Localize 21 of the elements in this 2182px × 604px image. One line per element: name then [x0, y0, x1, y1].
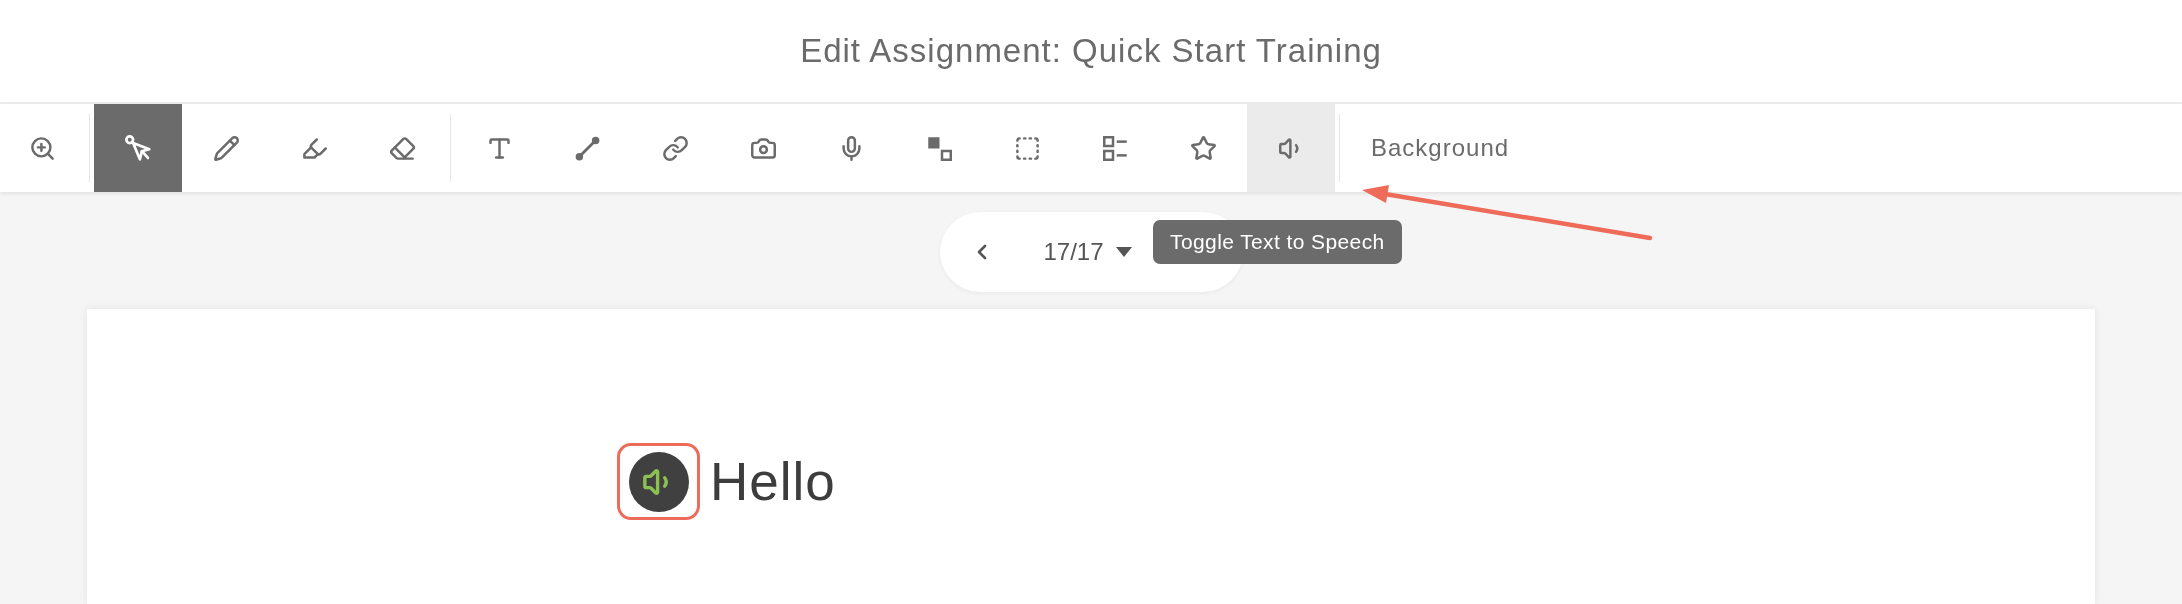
- dashed-square-icon: [1013, 134, 1041, 162]
- list-icon: [1102, 135, 1128, 161]
- star-icon: [1189, 134, 1217, 162]
- link-icon: [661, 134, 689, 162]
- zoom-in-button[interactable]: [0, 104, 85, 192]
- pencil-icon: [212, 134, 240, 162]
- caret-down-icon: [1115, 247, 1132, 257]
- canvas-text: Hello: [710, 455, 836, 508]
- select-tool-button[interactable]: [94, 104, 182, 192]
- background-button[interactable]: Background: [1344, 104, 1537, 192]
- star-tool-button[interactable]: [1159, 104, 1247, 192]
- pen-tool-button[interactable]: [182, 104, 270, 192]
- text-to-speech-button[interactable]: [1247, 104, 1335, 192]
- tooltip: Toggle Text to Speech: [1153, 220, 1402, 264]
- eraser-icon: [388, 134, 416, 162]
- line-icon: [574, 135, 600, 161]
- cursor-icon: [124, 134, 152, 162]
- page-select-dropdown[interactable]: 17/17: [1043, 234, 1132, 270]
- shapes-icon: [926, 135, 952, 161]
- zoom-in-icon: [29, 134, 56, 162]
- page-title: Edit Assignment: Quick Start Training: [800, 31, 1382, 72]
